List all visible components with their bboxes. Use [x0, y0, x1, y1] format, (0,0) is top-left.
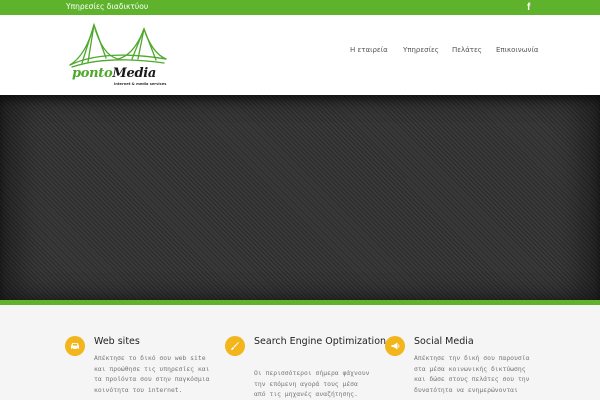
facebook-icon[interactable]: f [527, 2, 530, 13]
nav-item-clients[interactable]: Πελάτες [452, 46, 482, 54]
feature-text-line: δυνατότητα να ενημερώνονται [414, 385, 518, 394]
feature-title: Web sites [94, 336, 140, 348]
feature-text-line: στα μέσα κοινωνικής δικτύωσης [414, 364, 526, 373]
feature-text-line: Απέκτησε το δικό σου web site [94, 354, 206, 362]
feature-title-line: Search Engine [254, 336, 323, 347]
logo-tagline: internet & media services [114, 82, 167, 86]
feature-description: Απέκτησε την δική σου παρουσία στα μέσα … [414, 353, 529, 395]
feature-description: Απέκτησε το δικό σου web site και προώθη… [94, 353, 209, 395]
feature-text-line: από τις μηχανές αναζήτησης. [254, 390, 358, 398]
feature-text-line: Οι περισσότεροι σήμερα ψάχνουν [254, 369, 370, 377]
logo-word-media: Media [112, 66, 157, 81]
nav-item-contact[interactable]: Επικοινωνία [496, 46, 538, 54]
logo-wordmark: pontoMedia [72, 66, 156, 81]
brush-icon [225, 336, 245, 356]
car-icon [65, 336, 85, 356]
megaphone-icon [385, 336, 405, 356]
feature-title-line: Web sites [94, 336, 140, 347]
feature-text-line: κοινότητα του internet. [94, 385, 183, 394]
feature-title-line: Optimization [325, 336, 387, 347]
hero-slider [0, 95, 600, 300]
feature-text-line: Απέκτησε την δική σου παρουσία [414, 354, 530, 362]
feature-title: Social Media [414, 336, 474, 348]
feature-text-line: την επόμενη αγορά τους μέσα [254, 379, 358, 388]
feature-description: Οι περισσότεροι σήμερα ψάχνουν την επόμε… [254, 368, 369, 400]
feature-text-line: τα προϊόντα σου στην παγκόσμια [94, 375, 210, 383]
logo-word-ponto: ponto [72, 66, 113, 81]
nav-item-company[interactable]: Η εταιρεία [350, 46, 388, 54]
top-bar: Υπηρεσίες διαδικτύου f [0, 0, 600, 15]
feature-title: Search Engine Optimization [254, 336, 386, 348]
feature-text-line: και προώθησε τις υπηρεσίες και [94, 364, 210, 373]
feature-title-line: Social Media [414, 336, 474, 347]
topbar-tagline: Υπηρεσίες διαδικτύου [66, 2, 149, 11]
features-section: Web sites Απέκτησε το δικό σου web site … [0, 305, 600, 400]
site-header: pontoMedia internet & media services Η ε… [0, 15, 600, 95]
main-nav: Η εταιρεία Υπηρεσίες Πελάτες Επικοινωνία [0, 46, 600, 60]
bridge-logo-icon [69, 22, 167, 68]
nav-item-services[interactable]: Υπηρεσίες [403, 46, 439, 54]
feature-text-line: και δώσε στους πελάτες σου την [414, 375, 530, 383]
